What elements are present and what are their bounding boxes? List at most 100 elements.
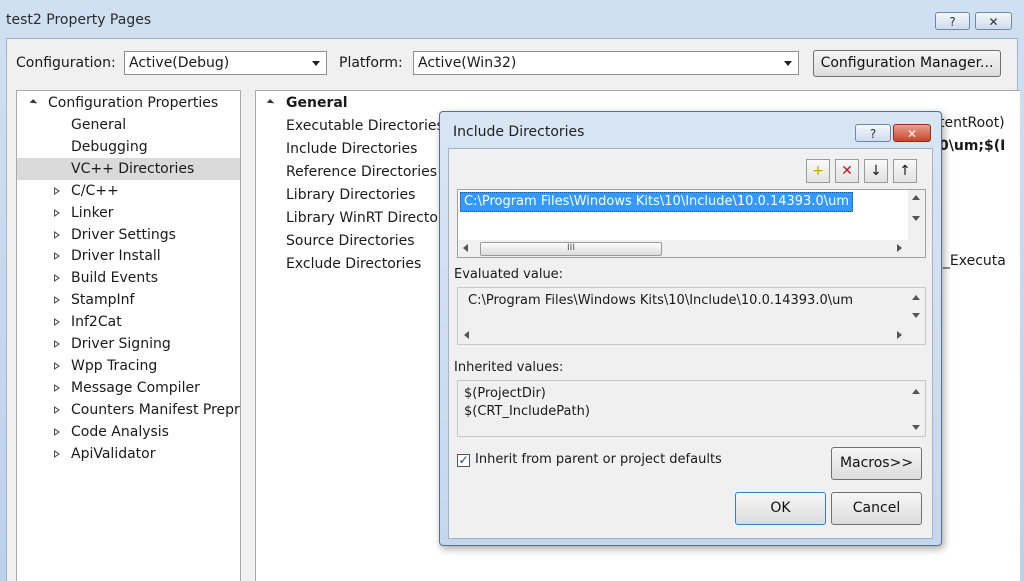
help-button[interactable]: ? [935,12,970,30]
tree-item[interactable]: StampInf [17,289,240,311]
property-row[interactable]: Include Directories [286,138,417,161]
close-icon: ✕ [988,15,999,29]
directory-entry[interactable]: C:\Program Files\Windows Kits\10\Include… [460,192,854,212]
delete-button[interactable]: ✕ [835,159,859,183]
property-row[interactable]: Library WinRT Directories [286,207,463,230]
tree-item[interactable]: VC++ Directories [17,157,240,180]
cancel-button[interactable]: Cancel [831,492,922,525]
tree-item-label: Debugging [71,138,148,155]
tree-item[interactable]: Code Analysis [17,421,240,443]
tree-item-label: Message Compiler [71,379,200,396]
close-icon: ✕ [906,127,918,141]
tree-item-label: General [71,117,127,133]
tree-item[interactable]: C/C++ [17,180,240,202]
tree-item-label: Code Analysis [71,423,169,440]
ok-button[interactable]: OK [735,492,826,525]
tree-item[interactable]: Inf2Cat [17,311,240,333]
executable-directories-value[interactable]: tentRoot) [939,115,1005,131]
property-row[interactable]: Library Directories [286,184,415,207]
property-row[interactable]: Reference Directories [286,161,437,184]
expand-arrow-icon[interactable] [54,186,60,195]
tree-item-label: VC++ Directories [71,160,195,177]
expand-arrow-icon[interactable] [54,340,60,348]
scroll-up-icon[interactable] [912,295,920,300]
platform-dropdown[interactable]: Active(Win32) [413,51,799,75]
scroll-down-icon[interactable] [912,216,920,221]
tree-item[interactable]: Wpp Tracing [17,355,240,377]
configuration-dropdown[interactable]: Active(Debug) [124,51,327,75]
tree-item[interactable]: Driver Install [17,245,240,267]
vertical-scrollbar[interactable] [908,190,925,240]
scroll-up-icon[interactable] [912,195,920,200]
tree-item[interactable]: Debugging [17,136,240,158]
property-row[interactable]: Executable Directories [286,115,444,138]
move-up-button[interactable]: ↑ [893,159,917,183]
window-title: test2 Property Pages [6,12,152,28]
tree-item[interactable]: Driver Settings [17,224,240,246]
inherit-checkbox-label[interactable]: Inherit from parent or project defaults [475,452,722,467]
directories-list[interactable]: C:\Program Files\Windows Kits\10\Include… [457,189,926,258]
inherit-checkbox[interactable]: ✓ [457,454,470,467]
platform-label: Platform: [339,55,403,71]
include-directories-value[interactable]: 0\um;$(I [939,138,1005,154]
vertical-scrollbar[interactable] [908,381,925,436]
scroll-up-icon[interactable] [912,389,920,394]
evaluated-value-box[interactable]: C:\Program Files\Windows Kits\10\Include… [457,287,926,345]
tree-root-configuration-properties[interactable]: Configuration Properties [17,92,240,114]
scroll-left-icon[interactable] [464,331,469,339]
category-tree[interactable]: Configuration Properties General Debuggin… [16,90,241,581]
new-line-button[interactable]: + [806,159,830,183]
dialog-title: Include Directories [453,124,585,140]
tree-item[interactable]: Counters Manifest Preproc [17,399,240,421]
platform-value: Active(Win32) [418,55,517,71]
property-row[interactable]: Source Directories [286,230,415,253]
close-button[interactable]: ✕ [975,12,1012,30]
tree-item[interactable]: ApiValidator [17,443,240,465]
expand-arrow-icon[interactable] [54,405,60,414]
macros-button[interactable]: Macros>> [831,447,922,480]
collapse-arrow-icon[interactable] [266,99,275,107]
expand-arrow-icon[interactable] [54,361,60,370]
expand-arrow-icon[interactable] [54,230,60,239]
tree-item[interactable]: Driver Signing [17,333,240,355]
tree-item[interactable]: Linker [17,202,240,224]
arrow-up-icon: ↑ [899,163,911,179]
expand-arrow-icon[interactable] [54,208,60,217]
tree-item[interactable]: Message Compiler [17,377,240,399]
scroll-down-icon[interactable] [912,313,920,318]
expand-arrow-icon[interactable] [54,449,60,458]
tree-item-label: Wpp Tracing [71,357,158,374]
property-row[interactable]: Exclude Directories [286,253,421,276]
inherited-values-label: Inherited values: [454,360,564,375]
expand-arrow-icon[interactable] [54,296,60,305]
evaluated-value-text: C:\Program Files\Windows Kits\10\Include… [468,293,854,308]
expand-arrow-icon[interactable] [54,427,60,436]
delete-icon: ✕ [841,163,853,179]
horizontal-scrollbar[interactable] [458,327,908,344]
horizontal-scrollbar[interactable]: III [458,240,908,257]
dialog-client: + ✕ ↓ ↑ C:\Program Files\Windows Kits\10… [448,148,933,539]
chevron-down-icon [312,61,320,66]
scroll-right-icon[interactable] [897,331,902,339]
grid-section-general[interactable]: General [286,92,348,114]
configuration-manager-button[interactable]: Configuration Manager... [813,50,1001,77]
exclude-directories-value[interactable]: l_Executa [939,253,1006,269]
scroll-left-icon[interactable] [463,244,468,252]
scrollbar-corner [908,240,925,257]
move-down-button[interactable]: ↓ [864,159,888,183]
expand-arrow-icon[interactable] [54,318,60,327]
expand-arrow-icon[interactable] [54,252,60,261]
inherited-values-box[interactable]: $(ProjectDir) $(CRT_IncludePath) [457,380,926,437]
scroll-thumb[interactable]: III [480,242,662,256]
scroll-right-icon[interactable] [897,244,902,252]
expand-arrow-icon[interactable] [54,383,60,392]
dialog-close-button[interactable]: ✕ [893,124,931,142]
tree-item[interactable]: Build Events [17,267,240,289]
expand-arrow-icon[interactable] [54,274,60,283]
scroll-down-icon[interactable] [912,425,920,430]
dialog-help-button[interactable]: ? [855,124,891,142]
tree-item-label: Linker [71,204,114,221]
collapse-arrow-icon[interactable] [29,99,38,107]
tree-item[interactable]: General [17,114,240,136]
vertical-scrollbar[interactable] [908,288,925,327]
